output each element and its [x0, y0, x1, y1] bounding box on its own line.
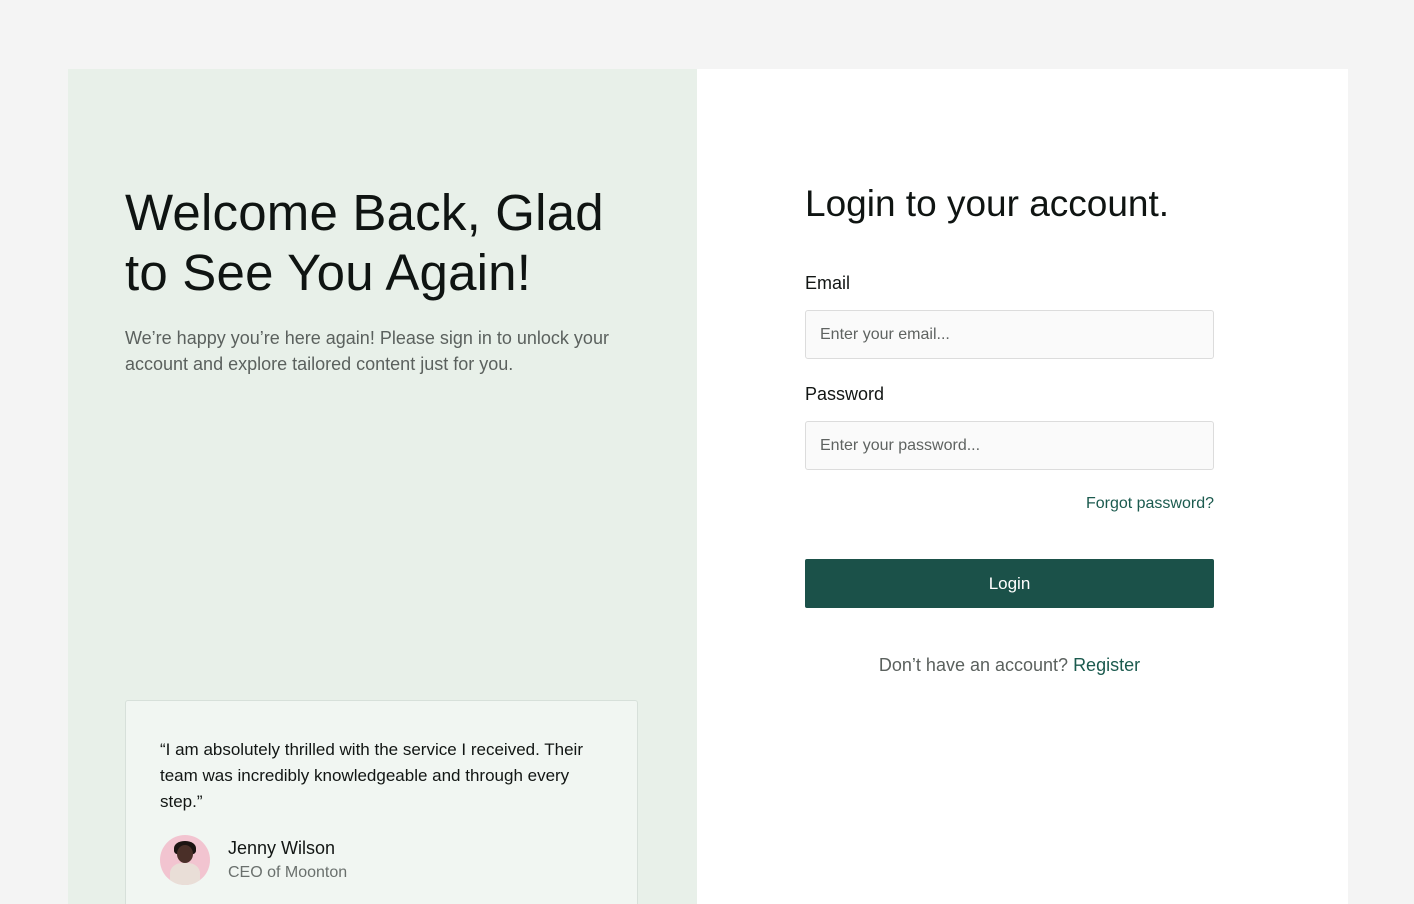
testimonial-author: Jenny Wilson CEO of Moonton	[160, 835, 347, 885]
login-panel: Login to your account. Email Password Fo…	[697, 69, 1348, 904]
register-link[interactable]: Register	[1073, 655, 1140, 675]
testimonial-card: “I am absolutely thrilled with the servi…	[125, 700, 638, 904]
login-page-frame: Welcome Back, Glad to See You Again! We’…	[68, 69, 1348, 904]
author-name: Jenny Wilson	[228, 838, 336, 858]
avatar-head-shape	[177, 845, 193, 863]
avatar	[160, 835, 210, 885]
avatar-body-shape	[170, 863, 200, 885]
register-prompt: Don’t have an account? Register	[805, 654, 1214, 676]
email-field[interactable]	[805, 310, 1214, 359]
no-account-text: Don’t have an account?	[878, 655, 1069, 675]
welcome-panel: Welcome Back, Glad to See You Again! We’…	[68, 69, 697, 904]
testimonial-quote: “I am absolutely thrilled with the servi…	[160, 740, 583, 811]
email-label: Email	[805, 273, 851, 293]
forgot-password-link[interactable]: Forgot password?	[805, 494, 1214, 514]
login-title: Login to your account.	[805, 183, 1170, 224]
welcome-title: Welcome Back, Glad to See You Again!	[125, 184, 604, 301]
password-field[interactable]	[805, 421, 1214, 470]
author-role: CEO of Moonton	[228, 864, 348, 881]
login-button[interactable]: Login	[805, 559, 1214, 608]
welcome-subtitle: We’re happy you’re here again! Please si…	[125, 328, 609, 374]
password-label: Password	[805, 384, 885, 404]
author-meta: Jenny Wilson CEO of Moonton	[228, 837, 347, 883]
